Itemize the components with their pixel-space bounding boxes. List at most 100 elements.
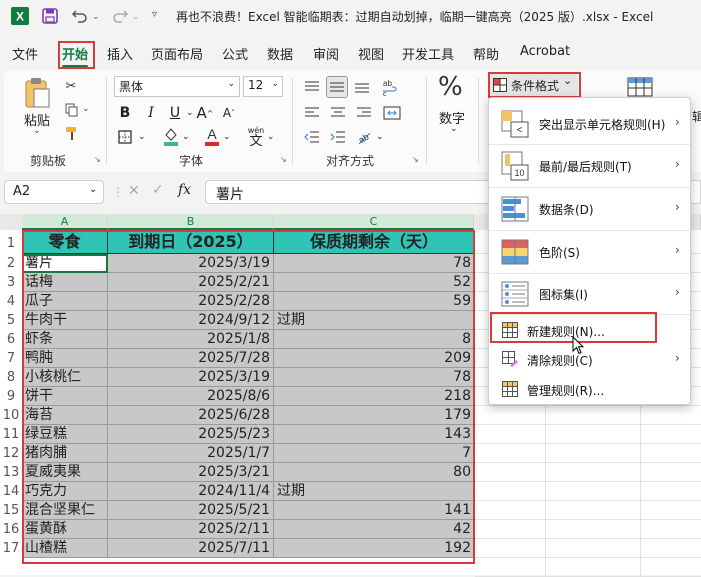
menu-item-manage-rules[interactable]: 管理规则(R)... <box>489 376 690 402</box>
undo-icon[interactable] <box>70 6 90 26</box>
increase-font-icon[interactable]: A ^ <box>196 104 214 122</box>
align-middle-icon[interactable] <box>326 76 348 98</box>
menu-item-top-bottom-rules[interactable]: 10 最前/最后规则(T) › <box>489 145 690 187</box>
gridline <box>475 481 701 482</box>
tab-acrobat[interactable]: Acrobat <box>520 44 570 59</box>
font-size-select[interactable]: 12 ⌄ <box>243 76 283 97</box>
row-header[interactable]: 12 <box>0 444 22 463</box>
font-name-dropdown-icon: ⌄ <box>227 79 235 89</box>
phonetic-icon[interactable]: wén 文 <box>246 126 266 148</box>
alignment-launcher-icon[interactable]: ↘ <box>412 155 419 164</box>
font-launcher-icon[interactable]: ↘ <box>280 155 287 164</box>
clear-rules-icon <box>501 350 519 368</box>
menu-item-label: 图标集(I) <box>539 288 588 302</box>
fill-color-icon[interactable] <box>162 126 180 146</box>
tab-developer[interactable]: 开发工具 <box>402 44 454 63</box>
more-ribbon-cutoff: 辑 <box>692 110 701 124</box>
paste-icon[interactable] <box>22 76 52 110</box>
underline-icon[interactable]: U <box>166 104 184 122</box>
redo-icon[interactable] <box>110 6 130 26</box>
align-center-icon[interactable] <box>328 104 348 122</box>
font-color-dropdown-icon[interactable]: ⌄ <box>223 132 231 142</box>
select-all-corner[interactable] <box>0 214 22 230</box>
top-bottom-rules-icon: 10 <box>501 151 529 181</box>
fill-color-dropdown-icon[interactable]: ⌄ <box>182 132 190 142</box>
bold-icon[interactable]: B <box>116 104 134 122</box>
phonetic-dropdown-icon[interactable]: ⌄ <box>267 132 275 142</box>
tab-formulas[interactable]: 公式 <box>222 44 248 63</box>
menu-item-label: 突出显示单元格规则(H) <box>539 118 666 132</box>
menu-item-color-scales[interactable]: 色阶(S) › <box>489 231 690 273</box>
orientation-icon[interactable]: ab <box>354 128 374 146</box>
row-header[interactable]: 8 <box>0 368 22 387</box>
enter-icon[interactable]: ✓ <box>152 182 164 198</box>
borders-icon[interactable] <box>116 128 134 146</box>
save-icon[interactable] <box>40 6 60 26</box>
underline-dropdown-icon[interactable]: ⌄ <box>186 108 194 118</box>
row-header[interactable]: 10 <box>0 406 22 425</box>
merge-center-icon[interactable] <box>380 102 404 124</box>
home-tab-highlight <box>58 41 95 69</box>
tab-view[interactable]: 视图 <box>358 44 384 63</box>
tab-insert[interactable]: 插入 <box>107 44 133 63</box>
gridline <box>475 405 701 406</box>
row-header[interactable]: 17 <box>0 539 22 558</box>
decrease-font-icon[interactable]: Aˇ <box>220 104 238 122</box>
column-header-b[interactable]: B <box>108 214 274 230</box>
format-painter-icon[interactable] <box>64 126 80 142</box>
increase-indent-icon[interactable] <box>328 128 348 146</box>
menu-item-clear-rules[interactable]: 清除规则(C) › <box>489 346 690 372</box>
row-header[interactable]: 3 <box>0 273 22 292</box>
menu-item-highlight-rules[interactable]: < 突出显示单元格规则(H) › <box>489 104 690 144</box>
align-bottom-icon[interactable] <box>352 78 372 96</box>
customize-quick-access-icon[interactable]: ▿ <box>152 9 157 20</box>
row-header[interactable]: 9 <box>0 387 22 406</box>
align-left-icon[interactable] <box>302 104 322 122</box>
tab-help[interactable]: 帮助 <box>473 44 499 63</box>
name-box[interactable]: A2 ⌄ <box>4 180 104 204</box>
clipboard-group-label: 剪贴板 <box>30 154 67 168</box>
number-dropdown-icon[interactable]: ⌄ <box>450 124 458 134</box>
table-format-icon[interactable] <box>626 76 654 98</box>
excel-logo-icon: X <box>10 6 30 26</box>
tab-page-layout[interactable]: 页面布局 <box>151 44 203 63</box>
row-header[interactable]: 7 <box>0 349 22 368</box>
cancel-icon[interactable]: ✕ <box>128 183 140 199</box>
tab-file[interactable]: 文件 <box>12 44 38 63</box>
number-format-icon[interactable]: % <box>438 72 463 102</box>
row-header[interactable]: 13 <box>0 463 22 482</box>
clipboard-launcher-icon[interactable]: ↘ <box>94 155 101 164</box>
redo-dropdown-icon[interactable]: ⌄ <box>132 12 140 22</box>
row-header[interactable]: 16 <box>0 520 22 539</box>
borders-dropdown-icon[interactable]: ⌄ <box>138 132 146 142</box>
column-header-a[interactable]: A <box>22 214 108 230</box>
copy-icon[interactable] <box>64 102 78 118</box>
row-header[interactable]: 15 <box>0 501 22 520</box>
paste-dropdown-icon[interactable]: ⌄ <box>33 126 41 136</box>
align-top-icon[interactable] <box>302 78 322 96</box>
font-color-icon[interactable]: A <box>203 126 221 146</box>
copy-dropdown-icon[interactable]: ⌄ <box>82 104 90 114</box>
wrap-text-icon[interactable]: ab c <box>378 76 402 98</box>
tab-review[interactable]: 审阅 <box>313 44 339 63</box>
font-name-select[interactable]: 黑体 ⌄ <box>114 76 240 97</box>
cut-icon[interactable]: ✂ <box>64 78 78 94</box>
row-header[interactable]: 6 <box>0 330 22 349</box>
row-header[interactable]: 14 <box>0 482 22 501</box>
insert-function-icon[interactable]: fx <box>178 182 191 198</box>
row-header[interactable]: 5 <box>0 311 22 330</box>
title-bar: X ⌄ ⌄ ▿ 再也不浪费！Excel 智能临期表：过期自动划掉，临期一键高亮（… <box>0 0 701 32</box>
orientation-dropdown-icon[interactable]: ⌄ <box>376 132 384 142</box>
italic-icon[interactable]: I <box>142 104 160 122</box>
row-header[interactable]: 2 <box>0 254 22 273</box>
tab-data[interactable]: 数据 <box>267 44 293 63</box>
menu-item-data-bars[interactable]: 数据条(D) › <box>489 188 690 230</box>
menu-item-icon-sets[interactable]: 图标集(I) › <box>489 274 690 314</box>
row-header[interactable]: 11 <box>0 425 22 444</box>
column-header-c[interactable]: C <box>274 214 474 230</box>
row-header[interactable]: 4 <box>0 292 22 311</box>
decrease-indent-icon[interactable] <box>302 128 322 146</box>
undo-dropdown-icon[interactable]: ⌄ <box>92 12 100 22</box>
align-right-icon[interactable] <box>354 104 374 122</box>
row-header[interactable]: 1 <box>0 234 22 253</box>
